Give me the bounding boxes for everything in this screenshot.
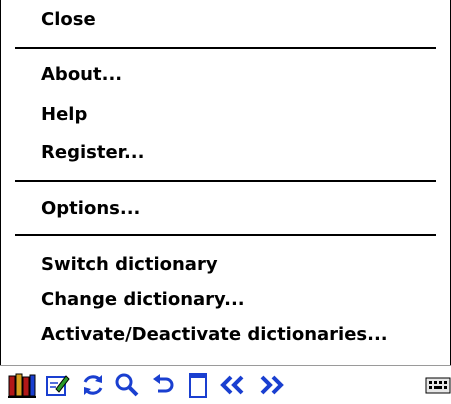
undo-icon[interactable]	[148, 366, 178, 404]
menu-separator	[15, 180, 436, 182]
notepad-icon[interactable]	[184, 366, 212, 404]
menu-item-switch-dictionary[interactable]: Switch dictionary	[41, 250, 218, 280]
sync-icon[interactable]	[78, 366, 108, 404]
keyboard-icon[interactable]	[424, 366, 451, 404]
edit-note-icon[interactable]	[42, 366, 72, 404]
context-menu: Close About... Help Register... Options.…	[0, 0, 451, 365]
double-chevron-left-icon[interactable]	[216, 366, 250, 404]
menu-item-help[interactable]: Help	[41, 100, 87, 130]
menu-item-register[interactable]: Register...	[41, 138, 144, 168]
menu-separator	[15, 47, 436, 49]
menu-item-change-dictionary[interactable]: Change dictionary...	[41, 285, 245, 315]
menu-item-about[interactable]: About...	[41, 60, 122, 90]
menu-item-close[interactable]: Close	[41, 5, 96, 35]
taskbar	[0, 365, 451, 403]
double-chevron-right-icon[interactable]	[254, 366, 288, 404]
search-icon[interactable]	[112, 366, 142, 404]
books-icon[interactable]	[6, 366, 38, 404]
menu-item-options[interactable]: Options...	[41, 194, 140, 224]
menu-item-activate-deactivate-dictionaries[interactable]: Activate/Deactivate dictionaries...	[41, 320, 388, 350]
menu-separator	[15, 234, 436, 236]
